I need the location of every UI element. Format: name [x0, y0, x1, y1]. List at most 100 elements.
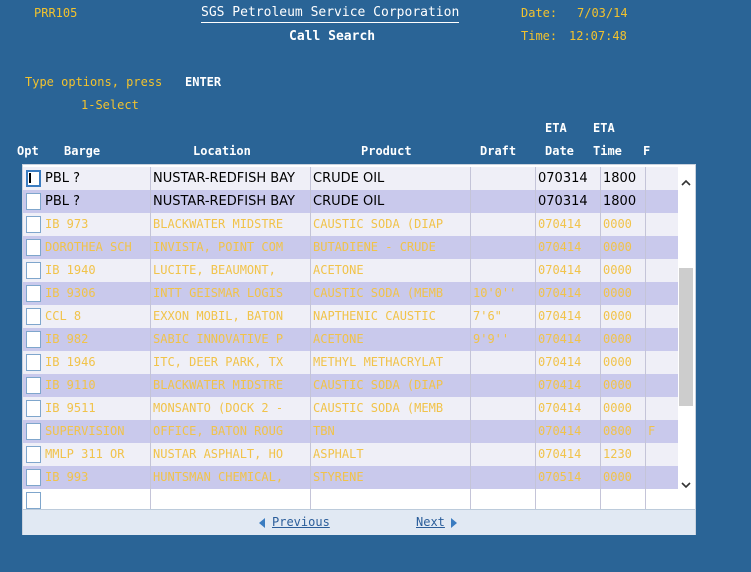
column-divider	[645, 167, 646, 190]
cell-eta-date: 070314	[538, 194, 588, 209]
cell-barge: SUPERVISION	[45, 424, 125, 438]
column-header-eta-time: Time	[593, 144, 622, 158]
column-divider	[600, 236, 601, 259]
table-row[interactable]: PBL ? NUSTAR-REDFISH BAY CRUDE OIL 070314 18…	[23, 190, 678, 213]
table-row[interactable]: MMLP 311 OR NUSTAR ASPHALT, HO ASPHALT 0704…	[23, 443, 678, 466]
cell-barge: IB 993	[45, 470, 89, 484]
option-input[interactable]	[26, 170, 41, 187]
column-divider	[645, 443, 646, 466]
option-input[interactable]	[26, 492, 41, 509]
column-divider	[645, 305, 646, 328]
date-label: Date:	[521, 6, 558, 20]
option-input[interactable]	[26, 262, 41, 279]
chevron-down-icon[interactable]	[680, 479, 692, 491]
column-divider	[310, 397, 311, 420]
cell-barge: PBL ?	[45, 194, 81, 209]
option-input[interactable]	[26, 469, 41, 486]
cell-eta-date: 070414	[538, 332, 582, 346]
cell-f	[648, 282, 678, 305]
option-input[interactable]	[26, 331, 41, 348]
column-divider	[645, 282, 646, 305]
cell-location: SABIC INNOVATIVE P	[153, 332, 284, 346]
previous-link[interactable]: Previous	[272, 515, 330, 529]
cell-eta-date: 070414	[538, 447, 582, 461]
column-divider	[310, 328, 311, 351]
table-row[interactable]: IB 1946 ITC, DEER PARK, TX METHYL METHACRY…	[23, 351, 678, 374]
option-input[interactable]	[26, 377, 41, 394]
column-divider	[600, 351, 601, 374]
previous-arrow-icon[interactable]	[259, 518, 265, 528]
table-row[interactable]: IB 1940 LUCITE, BEAUMONT, ACETONE 070414 000…	[23, 259, 678, 282]
cell-eta-date: 070414	[538, 240, 582, 254]
column-header-eta-date: Date	[545, 144, 574, 158]
table-row[interactable]: IB 973 BLACKWATER MIDSTRE CAUSTIC SODA (DI…	[23, 213, 678, 236]
column-divider	[470, 282, 471, 305]
instruction-key: ENTER	[185, 75, 222, 89]
cell-draft	[473, 213, 534, 236]
table-row[interactable]: IB 9110 BLACKWATER MIDSTRE CAUSTIC SODA (D…	[23, 374, 678, 397]
option-input[interactable]	[26, 400, 41, 417]
cell-barge: CCL 8	[45, 309, 82, 323]
option-input[interactable]	[26, 193, 41, 210]
next-link[interactable]: Next	[416, 515, 445, 529]
column-divider	[600, 328, 601, 351]
option-input[interactable]	[26, 354, 41, 371]
column-divider	[470, 328, 471, 351]
next-arrow-icon[interactable]	[451, 518, 457, 528]
column-divider	[600, 305, 601, 328]
call-search-grid: PBL ? NUSTAR-REDFISH BAY CRUDE OIL 070314 18…	[22, 164, 696, 535]
cell-product: ACETONE	[313, 332, 364, 346]
column-divider	[645, 397, 646, 420]
column-divider	[310, 443, 311, 466]
table-row[interactable]: DOROTHEA SCH INVISTA, POINT COM BUTADIENE …	[23, 236, 678, 259]
cell-f	[648, 236, 678, 259]
column-divider	[150, 420, 151, 443]
cell-f	[648, 305, 678, 328]
cell-draft	[473, 351, 534, 374]
option-input[interactable]	[26, 446, 41, 463]
column-header-location: Location	[193, 144, 251, 158]
table-row[interactable]: IB 9306 INTT GEISMAR LOGIS CAUSTIC SODA (M…	[23, 282, 678, 305]
cell-eta-date: 070414	[538, 217, 582, 231]
option-input[interactable]	[26, 216, 41, 233]
table-row[interactable]: IB 9511 MONSANTO (DOCK 2 - CAUSTIC SODA (M…	[23, 397, 678, 420]
column-divider	[535, 374, 536, 397]
cell-barge: MMLP 311 OR	[45, 447, 125, 461]
cell-eta-date: 070514	[538, 470, 582, 484]
column-divider	[535, 466, 536, 489]
table-row[interactable]: CCL 8 EXXON MOBIL, BATON NAPTHENIC CAUSTIC…	[23, 305, 678, 328]
cell-draft	[473, 443, 534, 466]
cell-barge: PBL ?	[45, 171, 81, 186]
cell-eta-date: 070314	[538, 171, 588, 186]
cell-location: EXXON MOBIL, BATON	[153, 309, 284, 323]
cell-product: METHYL METHACRYLAT	[313, 355, 444, 369]
cell-eta-time: 0000	[603, 286, 632, 300]
column-divider	[600, 397, 601, 420]
column-divider	[310, 282, 311, 305]
company-name: SGS Petroleum Service Corporation	[201, 5, 460, 23]
column-divider	[470, 213, 471, 236]
table-row[interactable]: PBL ? NUSTAR-REDFISH BAY CRUDE OIL 070314 18…	[23, 167, 678, 190]
scrollbar-thumb[interactable]	[679, 268, 693, 406]
option-input[interactable]	[26, 423, 41, 440]
column-divider	[600, 259, 601, 282]
cell-location: NUSTAR-REDFISH BAY	[153, 194, 295, 209]
cell-product: CAUSTIC SODA (DIAP	[313, 217, 444, 231]
table-row[interactable]: IB 982 SABIC INNOVATIVE P ACETONE 9'9'' 0704…	[23, 328, 678, 351]
vertical-scrollbar[interactable]	[678, 165, 695, 494]
cell-eta-time: 0000	[603, 332, 632, 346]
column-divider	[310, 420, 311, 443]
column-divider	[535, 236, 536, 259]
option-input[interactable]	[26, 285, 41, 302]
chevron-up-icon[interactable]	[680, 177, 692, 189]
table-row[interactable]: IB 993 HUNTSMAN CHEMICAL, STYRENE 070514 000…	[23, 466, 678, 489]
option-input[interactable]	[26, 239, 41, 256]
cell-barge: IB 9306	[45, 286, 96, 300]
cell-location: INTT GEISMAR LOGIS	[153, 286, 284, 300]
column-divider	[150, 305, 151, 328]
column-header-eta-time-top: ETA	[593, 121, 615, 135]
option-input[interactable]	[26, 308, 41, 325]
table-row[interactable]: SUPERVISION OFFICE, BATON ROUG TBN 070414 08…	[23, 420, 678, 443]
cell-f	[648, 328, 678, 351]
cell-draft	[473, 374, 534, 397]
